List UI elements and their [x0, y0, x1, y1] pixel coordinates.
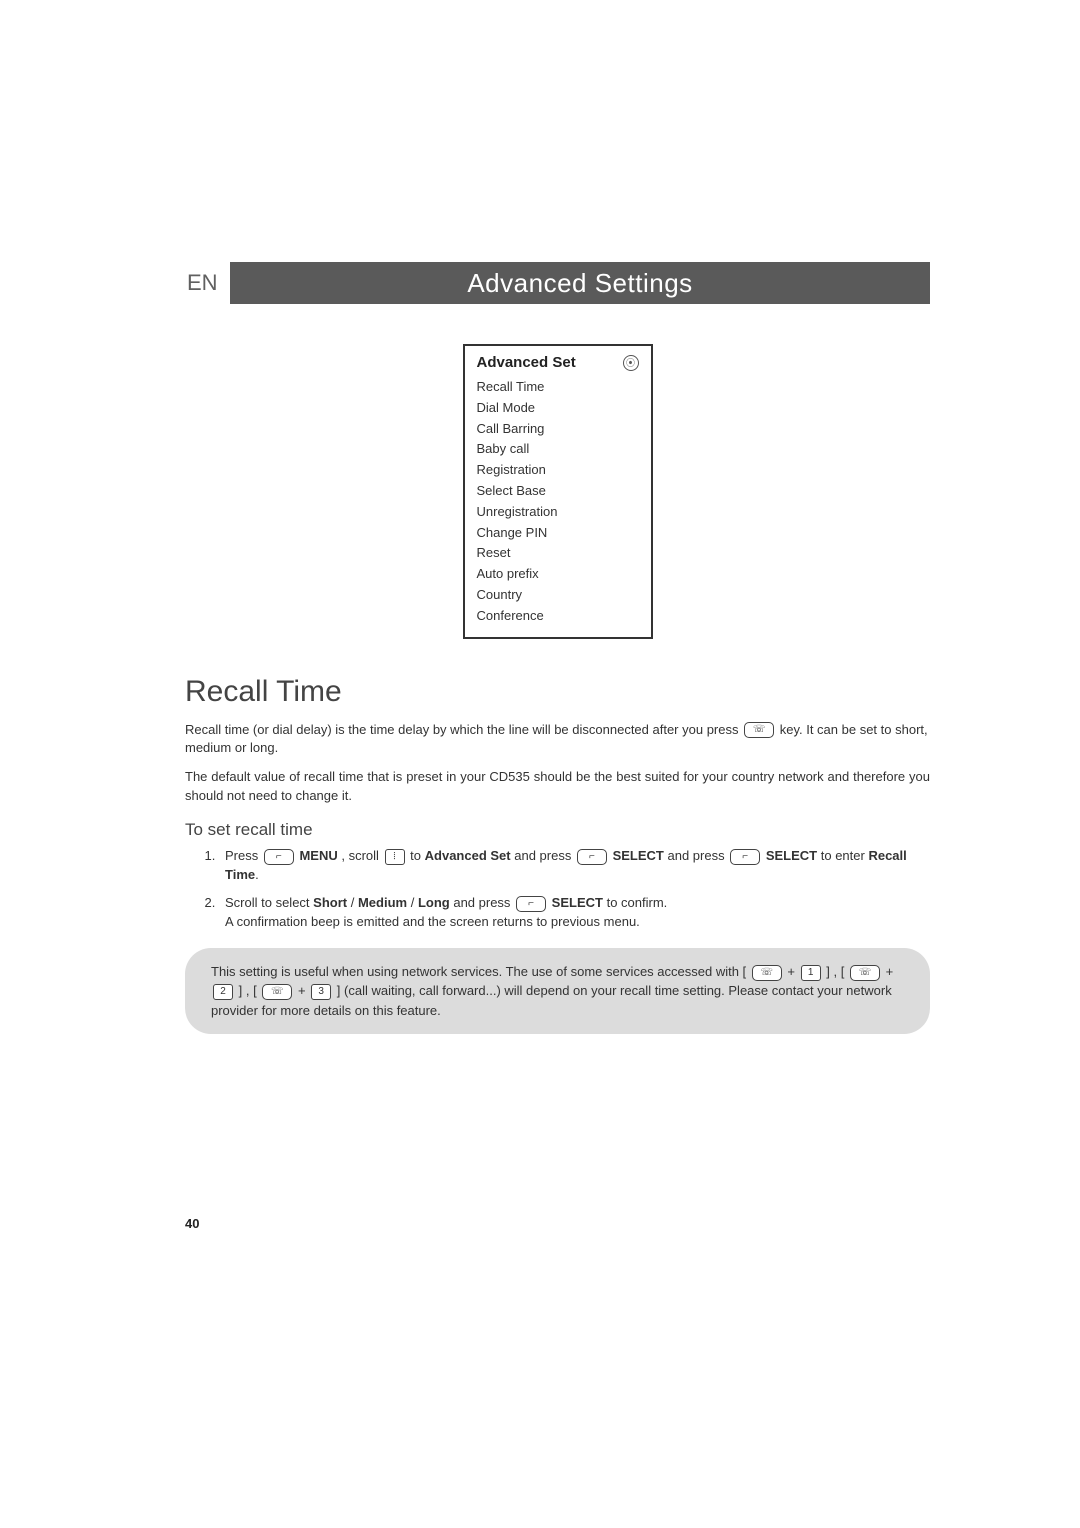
menu-preview-wrap: Advanced Set ⦿ Recall Time Dial Mode Cal… — [185, 344, 930, 639]
text: ] , [ — [239, 983, 257, 998]
text: Recall time (or dial delay) is the time … — [185, 722, 742, 737]
softkey-icon: ⌐ — [730, 849, 760, 865]
phone-key-icon: ☏ — [752, 965, 782, 981]
phone-key-icon: ☏ — [262, 984, 292, 1000]
menu-item: Unregistration — [477, 502, 639, 523]
text: and press — [453, 895, 514, 910]
text: ] , [ — [826, 964, 844, 979]
instruction-list: Press ⌐ MENU , scroll ⦙ to Advanced Set … — [185, 846, 930, 932]
manual-page: EN Advanced Settings Advanced Set ⦿ Reca… — [185, 262, 930, 1034]
text: + — [298, 983, 309, 998]
menu-item: Call Barring — [477, 419, 639, 440]
menu-title: Advanced Set — [477, 354, 576, 371]
text: and press — [668, 848, 729, 863]
text: . — [255, 867, 259, 882]
text: A confirmation beep is emitted and the s… — [225, 914, 640, 929]
text: to confirm. — [607, 895, 668, 910]
section-title: Recall Time — [185, 675, 930, 709]
text: , scroll — [341, 848, 382, 863]
softkey-icon: ⌐ — [516, 896, 546, 912]
menu-item: Recall Time — [477, 377, 639, 398]
text: + — [787, 964, 798, 979]
menu-item: Country — [477, 585, 639, 606]
phone-key-icon: ☏ — [850, 965, 880, 981]
menu-item: Baby call — [477, 439, 639, 460]
menu-item: Auto prefix — [477, 564, 639, 585]
menu-item: Dial Mode — [477, 398, 639, 419]
text: / — [411, 895, 418, 910]
number-key-1-icon: 1 — [801, 965, 821, 981]
intro-paragraph-2: The default value of recall time that is… — [185, 768, 930, 806]
page-header: EN Advanced Settings — [185, 262, 930, 304]
menu-item: Conference — [477, 606, 639, 627]
menu-item: Change PIN — [477, 523, 639, 544]
menu-item: Registration — [477, 460, 639, 481]
menu-item: Reset — [477, 543, 639, 564]
intro-paragraph-1: Recall time (or dial delay) is the time … — [185, 721, 930, 759]
text: + — [886, 964, 894, 979]
info-note: This setting is useful when using networ… — [185, 948, 930, 1035]
number-key-3-icon: 3 — [311, 984, 331, 1000]
option-medium: Medium — [358, 895, 407, 910]
text: to enter — [821, 848, 869, 863]
page-title-bar: Advanced Settings — [230, 262, 930, 304]
menu-name: Advanced Set — [425, 848, 511, 863]
softkey-icon: ⌐ — [577, 849, 607, 865]
subheading: To set recall time — [185, 820, 930, 840]
step-1: Press ⌐ MENU , scroll ⦙ to Advanced Set … — [219, 846, 930, 885]
advanced-set-menu: Advanced Set ⦿ Recall Time Dial Mode Cal… — [463, 344, 653, 639]
page-number: 40 — [185, 1216, 199, 1231]
step-2: Scroll to select Short / Medium / Long a… — [219, 893, 930, 932]
language-badge: EN — [185, 262, 230, 304]
gear-icon: ⦿ — [623, 355, 639, 371]
nav-key-icon: ⦙ — [385, 849, 405, 865]
select-label: SELECT — [766, 848, 817, 863]
text: to — [410, 848, 424, 863]
text: Press — [225, 848, 262, 863]
text: This setting is useful when using networ… — [211, 964, 746, 979]
text: and press — [514, 848, 575, 863]
option-long: Long — [418, 895, 450, 910]
select-label: SELECT — [613, 848, 664, 863]
menu-item: Select Base — [477, 481, 639, 502]
softkey-icon: ⌐ — [264, 849, 294, 865]
text: / — [351, 895, 358, 910]
select-label: SELECT — [552, 895, 603, 910]
menu-label: MENU — [299, 848, 337, 863]
phone-key-icon: ☏ — [744, 722, 774, 738]
option-short: Short — [313, 895, 347, 910]
number-key-2-icon: 2 — [213, 984, 233, 1000]
text: Scroll to select — [225, 895, 313, 910]
